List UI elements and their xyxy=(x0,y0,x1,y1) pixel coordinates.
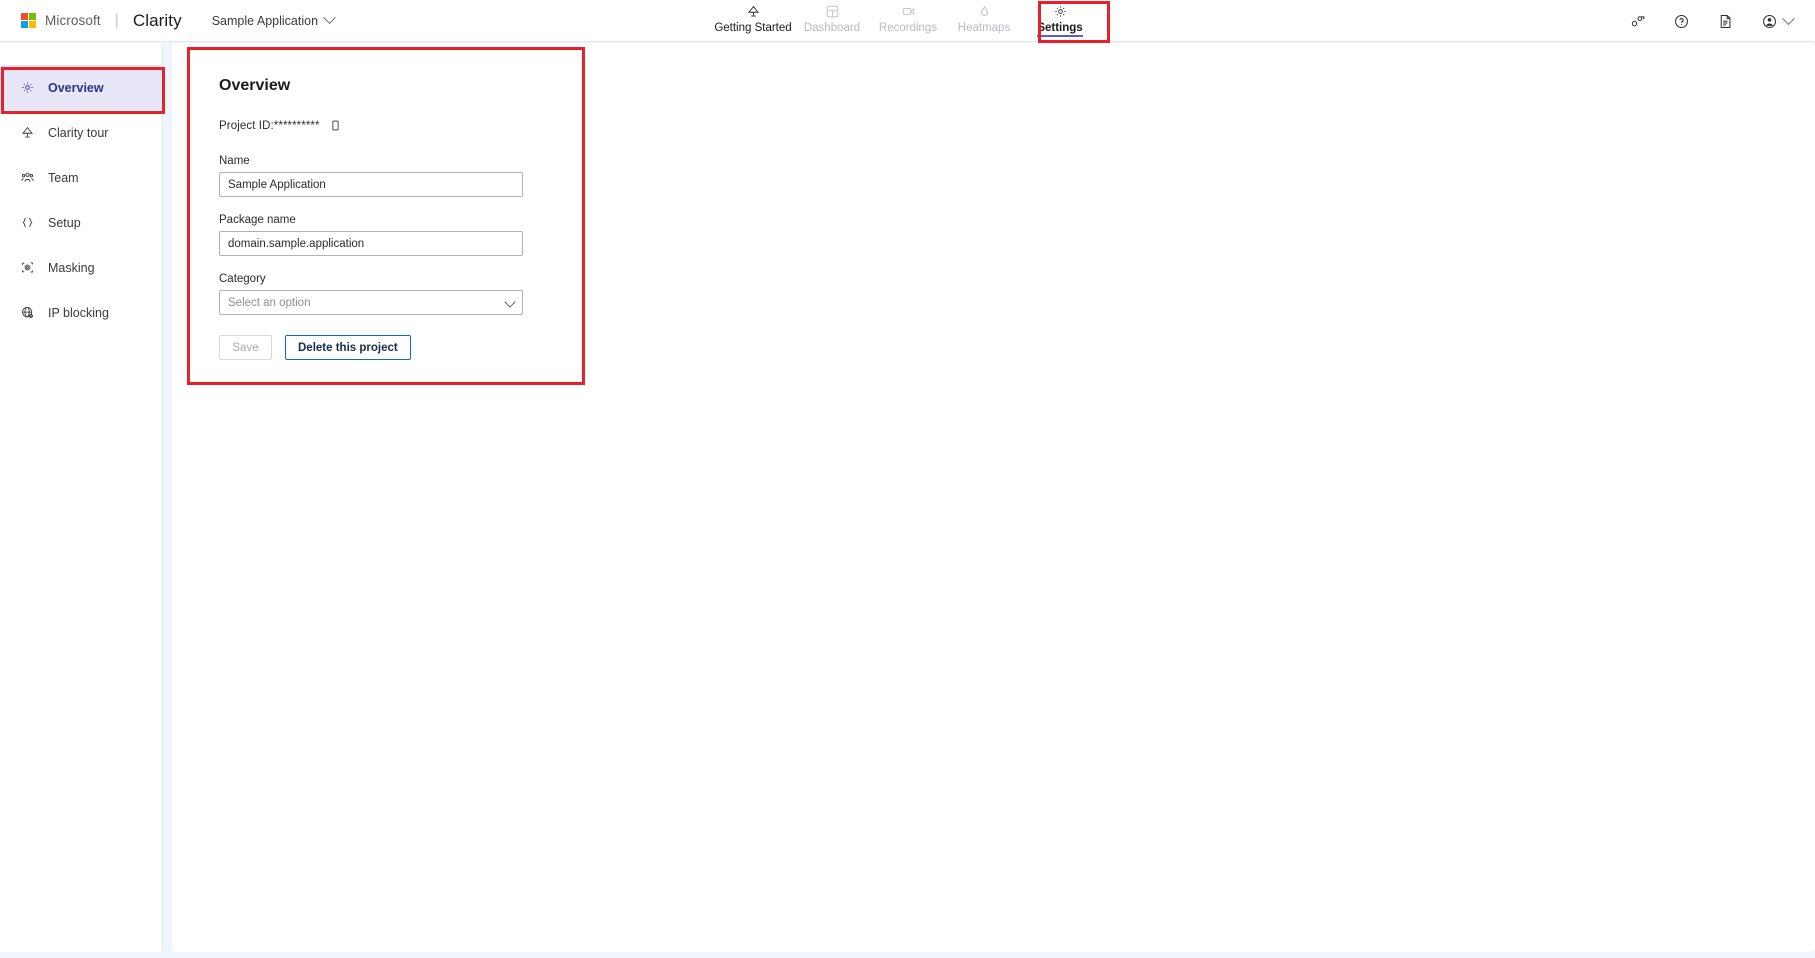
sidebar-item-ip-blocking[interactable]: IP blocking xyxy=(0,290,162,335)
account-chevron-down-icon xyxy=(1782,11,1795,25)
name-field-label: Name xyxy=(219,155,250,167)
sidebar-item-clarity-tour[interactable]: Clarity tour xyxy=(0,110,162,155)
package-name-input[interactable] xyxy=(219,231,523,256)
project-selector[interactable]: Sample Application xyxy=(211,11,336,28)
sidebar-item-team[interactable]: Team xyxy=(0,155,162,200)
project-id-value: ********** xyxy=(273,119,320,132)
project-id-label: Project ID:********** xyxy=(219,119,320,132)
account-avatar-icon xyxy=(1761,13,1778,30)
brand-area: Microsoft | Clarity xyxy=(21,11,182,31)
sidebar-item-clarity-tour-label: Clarity tour xyxy=(48,125,109,140)
delete-project-button[interactable]: Delete this project xyxy=(285,335,411,360)
feedback-icon[interactable] xyxy=(1629,13,1646,30)
product-name: Clarity xyxy=(132,10,182,30)
microsoft-label: Microsoft xyxy=(45,13,101,28)
mask-icon xyxy=(19,259,36,276)
main-navigation: Getting Started Dashboard Recordings Hea… xyxy=(712,0,1098,42)
page-title: Overview xyxy=(219,77,291,94)
project-selector-value: Sample Application xyxy=(211,13,319,28)
nav-getting-started-label: Getting Started xyxy=(714,22,792,34)
sidebar-item-setup[interactable]: Setup xyxy=(0,200,162,245)
settings-sidebar: Overview Clarity tour Team Setup Masking… xyxy=(0,43,163,952)
sidebar-item-team-label: Team xyxy=(48,170,79,185)
gear-icon xyxy=(19,79,36,96)
flame-icon xyxy=(977,3,992,20)
sidebar-item-overview[interactable]: Overview xyxy=(0,65,162,110)
package-name-field-label: Package name xyxy=(219,214,296,226)
category-select[interactable]: Select an option xyxy=(219,290,523,315)
nav-recordings-label: Recordings xyxy=(878,22,938,34)
save-button[interactable]: Save xyxy=(219,335,272,360)
form-actions: Save Delete this project xyxy=(219,335,562,360)
copy-icon[interactable] xyxy=(329,119,342,132)
sidebar-item-overview-label: Overview xyxy=(48,80,104,95)
main-content-area: Overview Project ID:********** Name Pack… xyxy=(172,43,1815,952)
brand-separator: | xyxy=(114,11,119,29)
nav-settings[interactable]: Settings xyxy=(1022,0,1098,37)
sidebar-item-masking-label: Masking xyxy=(48,260,95,275)
name-field-group: Name xyxy=(219,155,562,197)
nav-heatmaps-label: Heatmaps xyxy=(957,22,1011,34)
project-id-row: Project ID:********** xyxy=(219,119,562,132)
top-header-bar: Microsoft | Clarity Sample Application G… xyxy=(0,0,1815,42)
dashboard-grid-icon xyxy=(825,3,840,20)
lamp-icon xyxy=(19,124,36,141)
documentation-icon[interactable] xyxy=(1717,13,1734,30)
header-actions xyxy=(1629,0,1795,42)
people-icon xyxy=(19,169,36,186)
package-name-field-group: Package name xyxy=(219,214,562,256)
category-field-group: Category Select an option xyxy=(219,273,562,315)
nav-dashboard[interactable]: Dashboard xyxy=(794,0,870,34)
sidebar-item-masking[interactable]: Masking xyxy=(0,245,162,290)
category-select-value: Select an option xyxy=(228,296,311,309)
video-camera-icon xyxy=(901,3,916,20)
chevron-down-icon xyxy=(323,11,336,25)
nav-dashboard-label: Dashboard xyxy=(803,22,861,34)
sidebar-item-ip-blocking-label: IP blocking xyxy=(48,305,109,320)
microsoft-logo-icon xyxy=(21,13,36,28)
category-field-label: Category xyxy=(219,273,266,285)
category-select-wrapper: Select an option xyxy=(219,290,523,315)
gear-icon xyxy=(1053,3,1068,20)
sidebar-item-setup-label: Setup xyxy=(48,215,81,230)
nav-recordings[interactable]: Recordings xyxy=(870,0,946,34)
nav-heatmaps[interactable]: Heatmaps xyxy=(946,0,1022,34)
braces-code-icon xyxy=(19,214,36,231)
lamp-icon xyxy=(746,3,761,20)
help-question-icon[interactable] xyxy=(1673,13,1690,30)
name-input[interactable] xyxy=(219,172,523,197)
globe-block-icon xyxy=(19,304,36,321)
nav-getting-started[interactable]: Getting Started xyxy=(712,0,794,34)
account-menu[interactable] xyxy=(1761,11,1795,30)
overview-settings-panel: Overview Project ID:********** Name Pack… xyxy=(193,53,588,390)
nav-settings-label: Settings xyxy=(1037,22,1083,37)
